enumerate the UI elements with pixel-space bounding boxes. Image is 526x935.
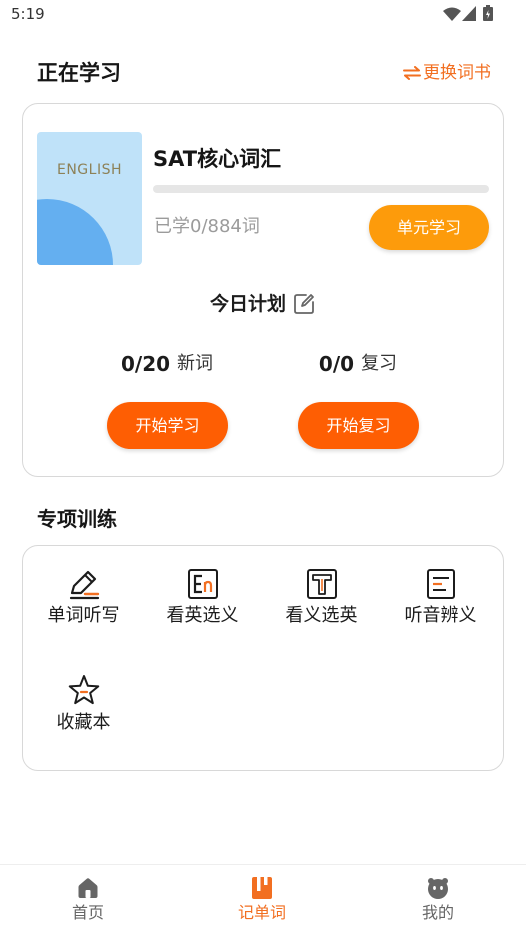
document-lines-icon bbox=[426, 569, 455, 599]
en-letters-icon bbox=[187, 569, 218, 599]
current-book-card: ENGLISH SAT核心词汇 已学0/884词 单元学习 今日计划 0/20 … bbox=[22, 103, 504, 477]
training-item-label: 收藏本 bbox=[56, 712, 111, 733]
training-item-label: 看英选义 bbox=[166, 605, 239, 626]
new-words-label: 新词 bbox=[177, 353, 214, 374]
bottom-nav: 首页 记单词 我的 bbox=[0, 864, 526, 935]
nav-label: 首页 bbox=[71, 903, 104, 922]
cover-text: ENGLISH bbox=[56, 162, 122, 178]
learned-count: 已学0/884词 bbox=[154, 216, 260, 237]
pencil-icon bbox=[69, 570, 99, 600]
letter-t-icon bbox=[306, 569, 337, 599]
training-item-label: 听音辨义 bbox=[404, 605, 477, 626]
unit-study-button[interactable]: 单元学习 bbox=[369, 205, 489, 250]
cover-circle-shape bbox=[37, 199, 113, 265]
battery-icon bbox=[483, 5, 493, 21]
change-book-link[interactable]: 更换词书 bbox=[403, 62, 491, 84]
new-words-stat: 0/20 新词 bbox=[67, 352, 267, 376]
review-stat: 0/0 复习 bbox=[258, 352, 458, 376]
signal-icon bbox=[462, 6, 476, 21]
home-icon bbox=[78, 878, 98, 898]
training-card: 单词听写 看英选义 看义选英 听音辨义 收藏本 bbox=[22, 545, 504, 771]
nav-item-vocabulary[interactable]: 记单词 bbox=[192, 865, 332, 935]
today-plan-header: 今日计划 bbox=[23, 291, 503, 317]
book-cover[interactable]: ENGLISH bbox=[37, 132, 142, 265]
training-item-label: 看义选英 bbox=[285, 605, 358, 626]
training-item-listen-meaning[interactable]: 听音辨义 bbox=[381, 567, 500, 645]
start-review-button[interactable]: 开始复习 bbox=[298, 402, 419, 449]
new-words-count: 0/20 bbox=[120, 352, 171, 376]
page-title: 正在学习 bbox=[37, 61, 121, 85]
training-item-label: 单词听写 bbox=[47, 605, 120, 626]
wifi-icon bbox=[443, 7, 461, 21]
edit-icon[interactable] bbox=[292, 292, 316, 316]
face-icon bbox=[428, 878, 448, 899]
training-item-meaning-to-english[interactable]: 看义选英 bbox=[262, 567, 381, 645]
start-learning-button[interactable]: 开始学习 bbox=[107, 402, 228, 449]
training-item-favorites[interactable]: 收藏本 bbox=[24, 674, 143, 752]
training-section-title: 专项训练 bbox=[37, 507, 117, 531]
nav-item-home[interactable]: 首页 bbox=[18, 865, 158, 935]
nav-item-mine[interactable]: 我的 bbox=[368, 865, 508, 935]
nav-label: 我的 bbox=[421, 903, 454, 922]
book-name: SAT核心词汇 bbox=[153, 147, 282, 171]
training-item-dictation[interactable]: 单词听写 bbox=[24, 567, 143, 645]
star-icon bbox=[68, 675, 99, 705]
review-label: 复习 bbox=[361, 353, 398, 374]
today-plan-title: 今日计划 bbox=[209, 293, 286, 315]
swap-icon bbox=[403, 66, 421, 80]
training-item-english-to-meaning[interactable]: 看英选义 bbox=[143, 567, 262, 645]
notebook-icon bbox=[252, 877, 272, 899]
review-count: 0/0 bbox=[318, 352, 355, 376]
book-progress-bar bbox=[153, 185, 489, 193]
change-book-label: 更换词书 bbox=[423, 63, 491, 83]
nav-label: 记单词 bbox=[237, 903, 286, 922]
status-time: 5:19 bbox=[11, 5, 45, 23]
